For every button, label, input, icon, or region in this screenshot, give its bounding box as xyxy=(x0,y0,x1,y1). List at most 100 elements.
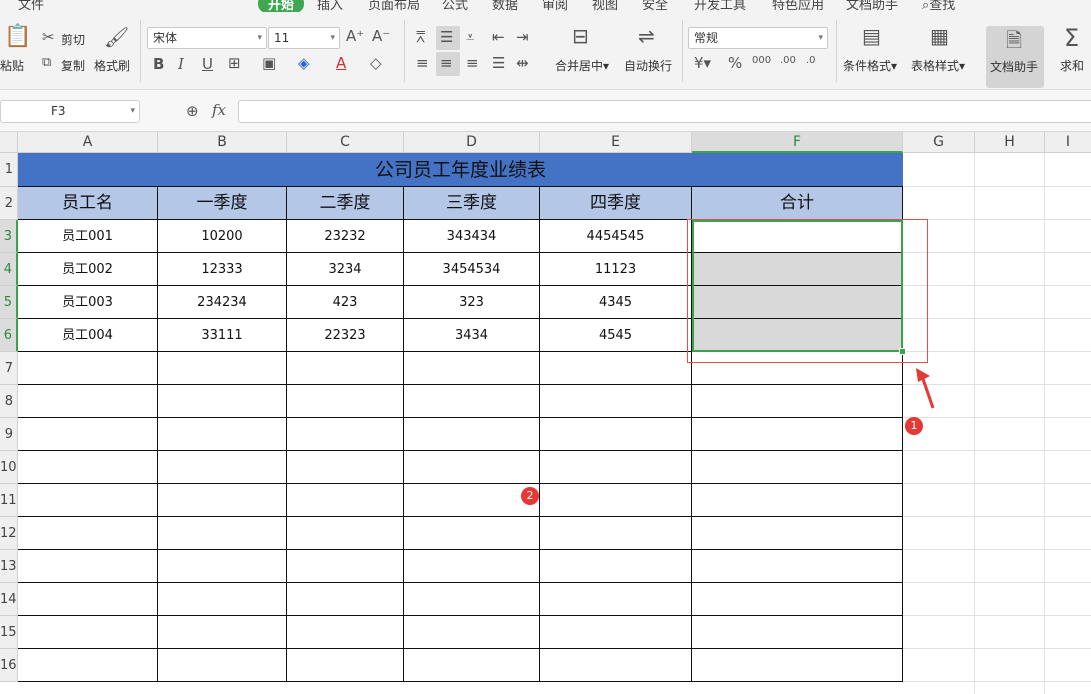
empty-cell[interactable] xyxy=(540,517,692,550)
table-cell[interactable]: 员工003 xyxy=(18,286,158,319)
empty-cell[interactable] xyxy=(692,418,903,451)
menu-search[interactable]: ⌕查找 xyxy=(922,0,955,12)
header-cell-q3[interactable]: 三季度 xyxy=(404,187,540,220)
paste-button[interactable]: 粘贴 xyxy=(0,57,24,74)
empty-cell[interactable] xyxy=(540,484,692,517)
header-cell-q1[interactable]: 一季度 xyxy=(158,187,287,220)
row-header-5[interactable]: 5 xyxy=(0,286,18,319)
table-style-button[interactable]: 表格样式▾ xyxy=(911,57,965,74)
row-header-9[interactable]: 9 xyxy=(0,418,18,451)
empty-cell[interactable] xyxy=(404,451,540,484)
empty-cell[interactable] xyxy=(287,385,404,418)
menu-page-layout[interactable]: 页面布局 xyxy=(368,0,420,12)
empty-cell[interactable] xyxy=(18,385,158,418)
column-header-e[interactable]: E xyxy=(540,132,692,153)
empty-cell[interactable] xyxy=(540,583,692,616)
empty-cell[interactable] xyxy=(18,583,158,616)
empty-cell[interactable] xyxy=(692,550,903,583)
table-cell[interactable]: 234234 xyxy=(158,286,287,319)
align-top-icon[interactable]: ⩞ xyxy=(416,30,425,45)
distribute-icon[interactable]: ⇹ xyxy=(516,56,529,71)
indent-decrease-icon[interactable]: ⇤ xyxy=(492,30,505,45)
empty-cell[interactable] xyxy=(287,418,404,451)
align-left-icon[interactable]: ≡ xyxy=(416,56,429,71)
empty-cell[interactable] xyxy=(158,451,287,484)
empty-cell[interactable] xyxy=(540,550,692,583)
empty-cell[interactable] xyxy=(18,550,158,583)
row-header-11[interactable]: 11 xyxy=(0,484,18,517)
empty-cell[interactable] xyxy=(404,352,540,385)
doc-assistant-button[interactable]: 文档助手 xyxy=(990,58,1038,75)
italic-button[interactable]: I xyxy=(178,57,184,72)
empty-cell[interactable] xyxy=(404,484,540,517)
empty-cell[interactable] xyxy=(287,616,404,649)
menu-home[interactable]: 开始 xyxy=(258,0,305,12)
menu-developer[interactable]: 开发工具 xyxy=(694,0,746,12)
empty-cell[interactable] xyxy=(158,484,287,517)
menu-view[interactable]: 视图 xyxy=(592,0,618,12)
column-header-g[interactable]: G xyxy=(903,132,975,153)
empty-cell[interactable] xyxy=(404,418,540,451)
header-cell-q4[interactable]: 四季度 xyxy=(540,187,692,220)
sum-icon[interactable]: Σ xyxy=(1064,26,1079,50)
empty-cell[interactable] xyxy=(692,451,903,484)
empty-cell[interactable] xyxy=(692,616,903,649)
zoom-icon[interactable]: ⊕ xyxy=(186,104,199,119)
table-cell[interactable]: 员工002 xyxy=(18,253,158,286)
table-style-icon[interactable]: ▦ xyxy=(930,26,949,46)
table-cell[interactable]: 22323 xyxy=(287,319,404,352)
bold-button[interactable]: B xyxy=(153,57,164,72)
empty-cell[interactable] xyxy=(540,451,692,484)
empty-cell[interactable] xyxy=(287,517,404,550)
indent-increase-icon[interactable]: ⇥ xyxy=(516,30,529,45)
row-header-10[interactable]: 10 xyxy=(0,451,18,484)
scissors-icon[interactable]: ✂ xyxy=(42,30,55,45)
table-cell[interactable]: 4454545 xyxy=(540,220,692,253)
empty-cell[interactable] xyxy=(692,385,903,418)
sum-button[interactable]: 求和 xyxy=(1060,57,1084,74)
table-cell[interactable]: 3434 xyxy=(404,319,540,352)
table-cell[interactable]: 11123 xyxy=(540,253,692,286)
menu-data[interactable]: 数据 xyxy=(492,0,518,12)
name-box[interactable]: F3 ▾ xyxy=(0,100,140,123)
font-color-icon[interactable]: A xyxy=(336,56,346,71)
formula-input[interactable] xyxy=(238,100,1091,123)
conditional-format-button[interactable]: 条件格式▾ xyxy=(843,57,897,74)
column-header-h[interactable]: H xyxy=(975,132,1045,153)
empty-cell[interactable] xyxy=(287,583,404,616)
empty-cell[interactable] xyxy=(540,616,692,649)
column-header-b[interactable]: B xyxy=(158,132,287,153)
table-cell[interactable]: 4345 xyxy=(540,286,692,319)
table-cell[interactable]: 4545 xyxy=(540,319,692,352)
font-name-select[interactable]: 宋体 ▾ xyxy=(147,27,267,49)
empty-cell[interactable] xyxy=(404,649,540,682)
empty-cell[interactable] xyxy=(540,418,692,451)
merge-center-button[interactable]: 合并居中▾ xyxy=(555,57,609,74)
doc-assistant-icon[interactable]: 🗎 xyxy=(1006,30,1022,50)
table-cell[interactable]: 12333 xyxy=(158,253,287,286)
column-header-c[interactable]: C xyxy=(287,132,404,153)
column-header-i[interactable]: I xyxy=(1045,132,1091,153)
empty-cell[interactable] xyxy=(287,352,404,385)
empty-cell[interactable] xyxy=(404,583,540,616)
fill-icon[interactable]: ▣ xyxy=(262,56,276,71)
table-cell[interactable]: 423 xyxy=(287,286,404,319)
merge-icon[interactable]: ⊟ xyxy=(572,26,589,46)
paste-icon[interactable]: 📋 xyxy=(4,26,31,48)
empty-cell[interactable] xyxy=(18,352,158,385)
empty-cell[interactable] xyxy=(287,649,404,682)
empty-cell[interactable] xyxy=(692,484,903,517)
table-cell[interactable]: 员工001 xyxy=(18,220,158,253)
empty-cell[interactable] xyxy=(18,418,158,451)
brush-icon[interactable]: 🖌 xyxy=(104,27,129,47)
column-header-a[interactable]: A xyxy=(18,132,158,153)
empty-cell[interactable] xyxy=(18,451,158,484)
row-header-15[interactable]: 15 xyxy=(0,616,18,649)
fill-color-icon[interactable]: ◈ xyxy=(298,56,310,71)
empty-cell[interactable] xyxy=(158,418,287,451)
eraser-icon[interactable]: ◇ xyxy=(370,56,382,71)
empty-cell[interactable] xyxy=(158,385,287,418)
table-cell[interactable]: 员工004 xyxy=(18,319,158,352)
font-size-select[interactable]: 11 ▾ xyxy=(268,27,340,49)
currency-icon[interactable]: ¥▾ xyxy=(694,56,711,71)
